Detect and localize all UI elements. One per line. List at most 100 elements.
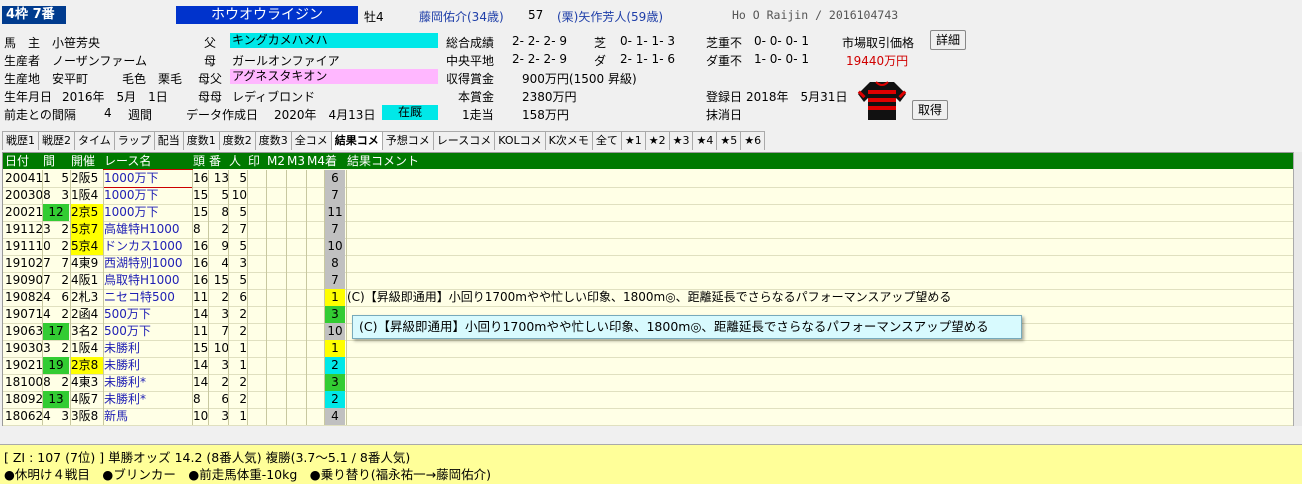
race-name-link[interactable]: 新馬	[104, 408, 192, 425]
carried-weight: 57	[528, 8, 544, 22]
tab-8[interactable]: 度数3	[254, 131, 292, 150]
race-name-link[interactable]: ドンカス1000	[104, 238, 192, 255]
tab-12[interactable]: レースコメ	[432, 131, 496, 150]
tab-5[interactable]: 配当	[153, 131, 184, 150]
horse-romaji-id: Ho O Raijin / 2016104743	[732, 8, 899, 22]
column-header[interactable]: M3	[287, 153, 307, 169]
cell-kan: 2	[61, 307, 69, 321]
race-name-link[interactable]: 未勝利	[104, 340, 192, 357]
column-header[interactable]: 人	[229, 153, 247, 169]
cell-kaisai: 4阪1	[71, 273, 99, 287]
table-row[interactable]: 181008 2 4東3 未勝利* 14 2 2 3	[3, 374, 1293, 392]
tab-20[interactable]: ★5	[716, 131, 742, 150]
cell-date: 190714	[5, 307, 51, 321]
race-name-link[interactable]: ニセコ特500	[104, 289, 192, 306]
race-name-link[interactable]: 未勝利	[104, 357, 192, 374]
tab-18[interactable]: ★3	[668, 131, 694, 150]
table-row[interactable]: 200308 3 1阪4 1000万下 15 5 10 7	[3, 187, 1293, 205]
column-header[interactable]: レース名	[104, 153, 192, 169]
cell-kan: 3	[61, 188, 69, 202]
cell-pop: 10	[231, 188, 247, 202]
cell-heads: 11	[193, 324, 209, 338]
tab-2[interactable]: 戦歴2	[38, 131, 75, 150]
comment-tooltip: (C)【昇級即通用】小回り1700mやや忙しい印象、1800m◎、距離延長でさら…	[352, 315, 1022, 339]
race-name-link[interactable]: 1000万下	[104, 187, 192, 204]
cell-kan: 17	[43, 323, 69, 340]
cell-kan: 13	[43, 391, 69, 408]
table-row[interactable]: 191123 2 5京7 高雄特H1000 8 2 7 7	[3, 221, 1293, 239]
grid-line	[208, 170, 209, 425]
tab-16[interactable]: ★1	[620, 131, 646, 150]
tab-bar: 戦歴1 戦歴2 タイム ラップ 配当 度数1 度数2 度数3 全コメ 結果コメ 予想コメ レースコメ K…	[2, 131, 766, 150]
cell-finish: 3	[325, 374, 345, 391]
column-header[interactable]: 開催	[71, 153, 103, 169]
result-comment	[347, 357, 1287, 374]
tab-13[interactable]: KOLコメ	[494, 131, 546, 150]
total-record-value: 2- 2- 2- 9	[512, 34, 567, 48]
tab-4[interactable]: ラップ	[113, 131, 155, 150]
race-name-link[interactable]: 1000万下	[104, 204, 192, 221]
fetch-button[interactable]: 取得	[912, 100, 948, 120]
table-row[interactable]: 191110 2 5京4 ドンカス1000 16 9 5 10	[3, 238, 1293, 256]
race-name-link[interactable]: 西湖特別1000	[104, 255, 192, 272]
table-row[interactable]: 191027 7 4東9 西湖特別1000 16 4 3 8	[3, 255, 1293, 273]
column-header[interactable]: 結果コメント	[347, 153, 1287, 169]
race-name-link[interactable]: 500万下	[104, 323, 192, 340]
column-header[interactable]: 間	[43, 153, 69, 169]
detail-button[interactable]: 詳細	[930, 30, 966, 50]
tab-21[interactable]: ★6	[740, 131, 766, 150]
table-row[interactable]: 190824 6 2札3 ニセコ特500 11 2 6 1 (C)【昇級即通用】小回り1700m…	[3, 289, 1293, 307]
tab-6[interactable]: 度数1	[182, 131, 220, 150]
column-header[interactable]: M4	[307, 153, 325, 169]
column-header[interactable]: M2	[267, 153, 287, 169]
table-row[interactable]: 190217 19 2京8 未勝利 14 3 1 2	[3, 357, 1293, 375]
race-name-link[interactable]: 未勝利*	[104, 374, 192, 391]
table-row[interactable]: 200215 12 2京5 1000万下 15 8 5 11	[3, 204, 1293, 222]
race-name-link[interactable]: 1000万下	[103, 169, 193, 188]
horse-info-header: 4枠 7番 ホウオウライジン 牡4 藤岡佑介(34歳) 57 (栗)矢作芳人(5…	[0, 0, 1302, 128]
column-header[interactable]: 日付	[5, 153, 43, 169]
tab-17[interactable]: ★2	[644, 131, 670, 150]
tab-7[interactable]: 度数2	[218, 131, 256, 150]
grid-line	[70, 170, 71, 425]
tab-15[interactable]: 全て	[591, 131, 622, 150]
race-name-link[interactable]: 未勝利*	[104, 391, 192, 408]
cell-kan: 7	[61, 256, 69, 270]
column-header[interactable]: 頭	[193, 153, 209, 169]
table-row[interactable]: 180923 13 4阪7 未勝利* 8 6 2 2	[3, 391, 1293, 409]
tab-19[interactable]: ★4	[692, 131, 718, 150]
result-comment	[347, 238, 1287, 255]
table-row[interactable]: 190907 2 4阪1 鳥取特H1000 16 15 5 7	[3, 272, 1293, 290]
result-comment	[347, 255, 1287, 272]
tab-1[interactable]: 戦歴1	[2, 131, 39, 150]
cell-finish: 7	[325, 272, 345, 289]
cell-kan: 2	[61, 273, 69, 287]
vertical-scrollbar[interactable]	[1293, 152, 1302, 426]
tab-9[interactable]: 全コメ	[290, 131, 332, 150]
column-header[interactable]: 印	[248, 153, 266, 169]
cell-kan: 2	[61, 375, 69, 389]
tab-10[interactable]: 結果コメ	[330, 131, 383, 150]
race-name-link[interactable]: 高雄特H1000	[104, 221, 192, 238]
grid-line	[306, 170, 307, 425]
cell-heads: 8	[193, 222, 201, 236]
tab-3[interactable]: タイム	[74, 131, 115, 150]
race-name-link[interactable]: 500万下	[104, 306, 192, 323]
result-comment	[347, 221, 1287, 238]
table-row[interactable]: 190303 2 1阪4 未勝利 15 10 1 1	[3, 340, 1293, 358]
column-header[interactable]: 着	[325, 153, 345, 169]
cell-pop: 5	[239, 205, 247, 219]
interval-label: 前走との間隔	[4, 108, 76, 122]
race-name-link[interactable]: 鳥取特H1000	[104, 272, 192, 289]
tab-11[interactable]: 予想コメ	[381, 131, 434, 150]
table-row[interactable]: 180624 3 3阪8 新馬 10 3 1 4	[3, 408, 1293, 426]
table-row[interactable]: 200411 5 2阪5 1000万下 16 13 5 6	[3, 169, 1293, 188]
jockey-silks-icon	[856, 76, 908, 122]
granddam-value: レディブロンド	[232, 90, 316, 104]
cell-date: 200308	[5, 188, 51, 202]
column-header[interactable]: 番	[209, 153, 229, 169]
tab-14[interactable]: K次メモ	[544, 131, 593, 150]
cell-date: 190824	[5, 290, 51, 304]
market-price-value: 19440万円	[846, 54, 909, 68]
earned-value: 900万円(1500 昇級)	[522, 72, 637, 86]
